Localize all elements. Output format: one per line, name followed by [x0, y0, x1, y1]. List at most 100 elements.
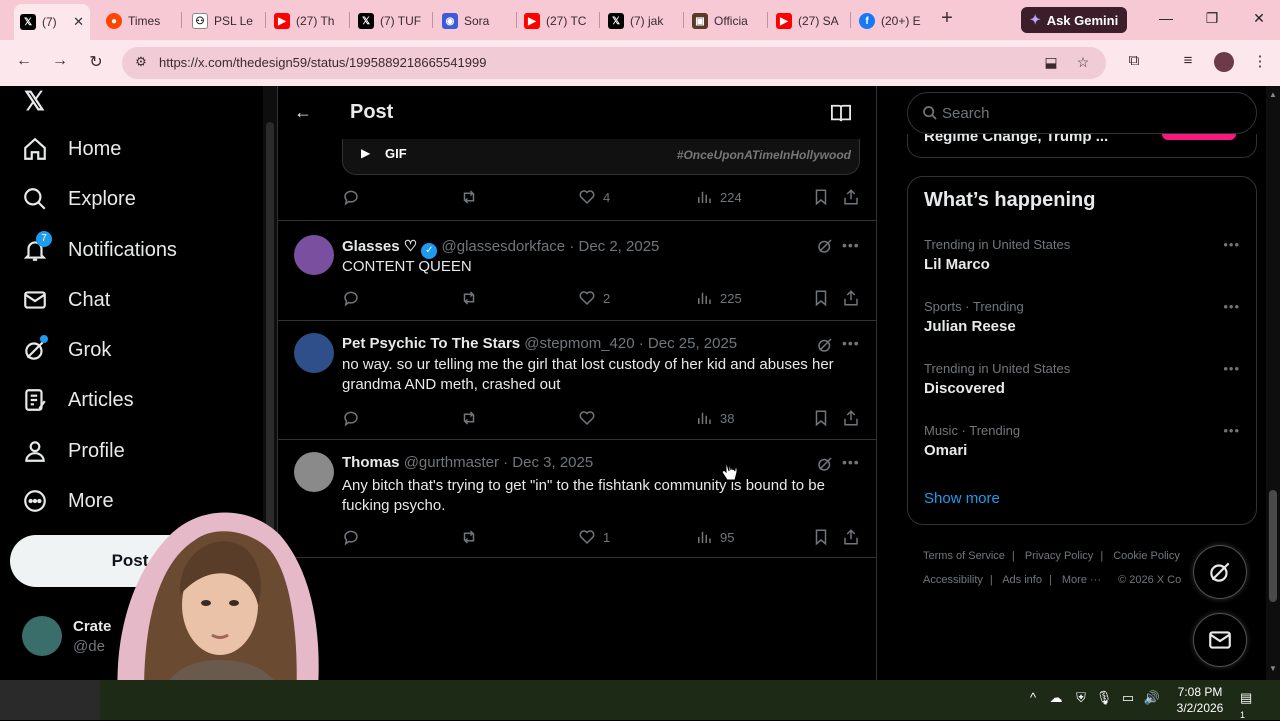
share-button[interactable]	[842, 409, 860, 427]
reply-button[interactable]	[342, 289, 360, 307]
views-button[interactable]: 38	[695, 409, 734, 427]
address-bar[interactable]: ⚙ https://x.com/thedesign59/status/19958…	[122, 47, 1106, 79]
ask-gemini-button[interactable]: ✦ Ask Gemini	[1021, 7, 1127, 33]
more-options-icon[interactable]: •••	[1223, 423, 1240, 438]
repost-button[interactable]	[460, 188, 478, 206]
views-button[interactable]: 224	[695, 188, 742, 206]
messages-floating-button[interactable]	[1193, 613, 1247, 667]
taskbar-clock[interactable]: 7:08 PM 3/2/2026	[1168, 684, 1232, 716]
bookmark-button[interactable]	[812, 289, 830, 307]
share-button[interactable]	[842, 528, 860, 546]
minimize-window-icon[interactable]: —	[1156, 10, 1176, 30]
more-options-icon[interactable]: •••	[842, 237, 860, 253]
more-options-icon[interactable]: •••	[842, 335, 860, 351]
views-button[interactable]: 225	[695, 289, 742, 307]
nav-item-explore[interactable]: Explore	[22, 179, 136, 219]
footer-link[interactable]: Cookie Policy	[1113, 550, 1180, 562]
bookmark-button[interactable]	[812, 188, 830, 206]
browser-menu-icon[interactable]: ⋮	[1249, 52, 1271, 74]
taskbar-start-area[interactable]	[0, 680, 100, 720]
tab-x-active[interactable]: 𝕏 (7) ✕	[14, 4, 90, 40]
tab-facebook[interactable]: f (20+) E	[853, 6, 929, 36]
footer-link[interactable]: Terms of Service	[923, 550, 1005, 562]
tab-youtube-2[interactable]: ▶ (27) TC	[518, 6, 598, 36]
nav-item-grok[interactable]: Grok	[22, 330, 111, 370]
scrollbar-thumb[interactable]	[1269, 490, 1277, 602]
repost-button[interactable]	[460, 528, 478, 546]
tab-x-3[interactable]: 𝕏 (7) jak	[602, 6, 682, 36]
reload-icon[interactable]: ↻	[84, 52, 108, 74]
notification-center-icon[interactable]: ▤ 1	[1240, 690, 1260, 720]
like-button[interactable]: 4	[578, 188, 610, 206]
site-info-icon[interactable]: ⚙	[132, 54, 150, 72]
tab-psl[interactable]: ⚇ PSL Le	[186, 6, 266, 36]
nav-item-profile[interactable]: Profile	[22, 431, 125, 471]
show-more-link[interactable]: Show more	[924, 490, 1000, 507]
onedrive-cloud-icon[interactable]: ☁	[1047, 690, 1065, 708]
more-options-icon[interactable]: •••	[1223, 361, 1240, 376]
grok-icon[interactable]	[816, 455, 834, 473]
avatar[interactable]	[294, 452, 334, 492]
grok-floating-button[interactable]	[1193, 545, 1247, 599]
media-controls-icon[interactable]: ≡	[1177, 52, 1199, 74]
trend-item[interactable]: Trending in United States Lil Marco •••	[924, 237, 1244, 273]
reply-tweet[interactable]: Glasses ♡ ✓ @glassesdorkface · Dec 2, 20…	[278, 220, 876, 320]
tweet-date[interactable]: Dec 25, 2025	[648, 335, 737, 352]
reader-mode-icon[interactable]	[830, 103, 852, 123]
security-icon[interactable]: ⛨	[1072, 690, 1090, 708]
back-arrow-icon[interactable]: ←	[294, 102, 312, 123]
nav-item-home[interactable]: Home	[22, 129, 121, 169]
repost-button[interactable]	[460, 409, 478, 427]
network-icon[interactable]: ▭	[1119, 690, 1137, 708]
nav-item-notifications[interactable]: 7 Notifications	[22, 230, 177, 270]
bookmark-star-icon[interactable]: ☆	[1074, 54, 1092, 72]
reply-button[interactable]	[342, 409, 360, 427]
share-button[interactable]	[842, 188, 860, 206]
tweet-date[interactable]: Dec 3, 2025	[512, 454, 593, 471]
display-name[interactable]: Glasses ♡	[342, 238, 417, 255]
repost-button[interactable]	[460, 289, 478, 307]
share-button[interactable]	[842, 289, 860, 307]
restore-window-icon[interactable]: ❐	[1202, 10, 1222, 30]
avatar[interactable]	[294, 235, 334, 275]
grok-icon[interactable]	[816, 336, 834, 354]
nav-item-chat[interactable]: Chat	[22, 280, 110, 320]
bookmark-button[interactable]	[812, 528, 830, 546]
handle[interactable]: @stepmom_420	[524, 335, 634, 352]
reply-button[interactable]	[342, 188, 360, 206]
microphone-icon[interactable]: 🎙	[1095, 690, 1113, 708]
tab-youtube-1[interactable]: ▶ (27) Th	[268, 6, 348, 36]
trending-preview-card[interactable]: Regime Change, Trump ...	[907, 134, 1257, 158]
install-app-icon[interactable]: ⬓	[1042, 54, 1060, 72]
back-arrow-icon[interactable]: ←	[12, 52, 36, 74]
footer-link[interactable]: More ···	[1062, 574, 1101, 586]
nav-item-articles[interactable]: Articles	[22, 380, 134, 420]
footer-link[interactable]: Accessibility	[923, 574, 983, 586]
more-options-icon[interactable]: •••	[842, 454, 860, 470]
reply-button[interactable]	[342, 528, 360, 546]
x-logo-icon[interactable]: 𝕏	[24, 86, 45, 117]
gif-media[interactable]: ▶ GIF #OnceUponATimeInHollywood	[342, 139, 860, 175]
new-tab-button[interactable]: +	[936, 8, 958, 30]
reply-tweet[interactable]: Pet Psychic To The Stars @stepmom_420 · …	[278, 320, 876, 439]
browser-profile-avatar[interactable]	[1214, 52, 1234, 72]
reply-tweet[interactable]: Thomas @gurthmaster · Dec 3, 2025 ••• An…	[278, 439, 876, 558]
scroll-up-arrow-icon[interactable]: ▲	[1269, 90, 1277, 99]
show-hidden-icons-icon[interactable]: ^	[1024, 690, 1042, 708]
volume-icon[interactable]: 🔊	[1143, 690, 1161, 708]
extensions-icon[interactable]: ⧉	[1123, 52, 1145, 74]
tab-official[interactable]: ▣ Officia	[686, 6, 766, 36]
avatar[interactable]	[294, 333, 334, 373]
tab-x-2[interactable]: 𝕏 (7) TUF	[352, 6, 432, 36]
grok-icon[interactable]	[816, 237, 834, 255]
preview-button[interactable]	[1162, 134, 1236, 140]
play-icon[interactable]: ▶	[361, 146, 370, 160]
footer-link[interactable]: Privacy Policy	[1025, 550, 1093, 562]
trend-item[interactable]: Music · Trending Omari •••	[924, 423, 1244, 459]
tab-youtube-3[interactable]: ▶ (27) SA	[770, 6, 850, 36]
like-button[interactable]: 1	[578, 528, 610, 546]
display-name[interactable]: Thomas	[342, 454, 400, 471]
trend-item[interactable]: Trending in United States Discovered •••	[924, 361, 1244, 397]
page-scrollbar[interactable]: ▲ ▼	[1266, 86, 1280, 680]
close-tab-icon[interactable]: ✕	[73, 14, 84, 30]
